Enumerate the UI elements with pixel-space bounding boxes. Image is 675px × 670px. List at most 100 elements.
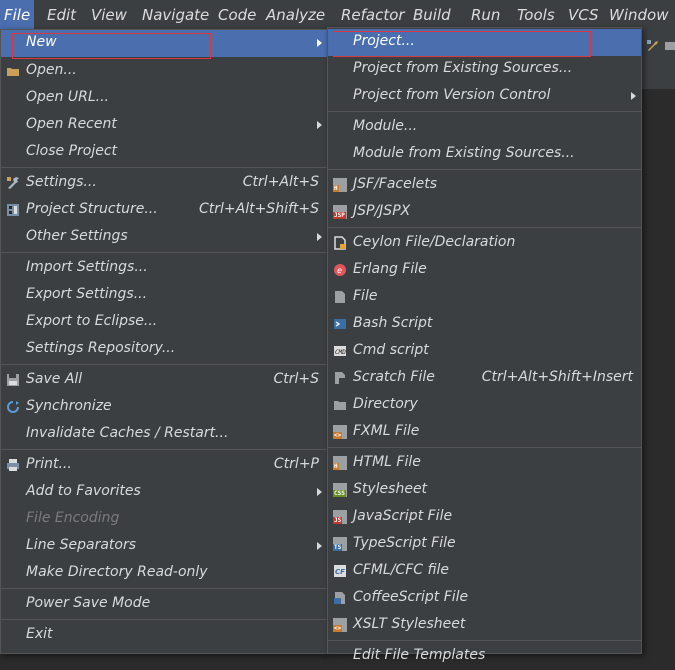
file-invalidate-caches[interactable]: Invalidate Caches / Restart... xyxy=(1,421,327,448)
new-module-label: Module... xyxy=(353,118,418,134)
new-ceylon[interactable]: Ceylon File/Declaration xyxy=(328,230,641,257)
new-coffeescript-label: CoffeeScript File xyxy=(353,589,469,605)
new-typescript-label: TypeScript File xyxy=(353,535,456,551)
menu-build[interactable]: Build xyxy=(413,6,451,24)
new-module-existing[interactable]: Module from Existing Sources... xyxy=(328,141,641,168)
new-typescript[interactable]: TS TypeScript File xyxy=(328,531,641,558)
html-file-icon: H xyxy=(333,456,347,470)
new-jsp-label: JSP/JSPX xyxy=(353,203,411,219)
new-jsf-label: JSF/Facelets xyxy=(353,176,438,192)
menu-divider xyxy=(1,364,327,365)
new-scratch-label: Scratch File xyxy=(353,369,435,385)
file-icon xyxy=(335,291,345,303)
bash-script-icon xyxy=(334,319,346,329)
menu-vcs[interactable]: VCS xyxy=(568,6,599,24)
menu-view[interactable]: View xyxy=(91,6,127,24)
file-export-settings-label: Export Settings... xyxy=(26,286,148,302)
new-project[interactable]: Project... xyxy=(328,29,641,56)
build-icon[interactable] xyxy=(646,39,660,53)
menu-edit[interactable]: Edit xyxy=(47,6,76,24)
project-structure-icon xyxy=(7,204,19,216)
file-open-label: Open... xyxy=(26,62,77,78)
file-encoding-label: File Encoding xyxy=(26,510,120,526)
sync-icon xyxy=(7,401,19,413)
file-export-settings[interactable]: Export Settings... xyxy=(1,282,327,309)
file-close-project[interactable]: Close Project xyxy=(1,139,327,166)
file-synchronize[interactable]: Synchronize xyxy=(1,394,327,421)
file-open[interactable]: Open... xyxy=(1,58,327,85)
svg-text:CMD: CMD xyxy=(335,349,346,356)
submenu-arrow-icon xyxy=(317,542,322,550)
file-open-recent[interactable]: Open Recent xyxy=(1,112,327,139)
file-open-url[interactable]: Open URL... xyxy=(1,85,327,112)
new-module-existing-label: Module from Existing Sources... xyxy=(353,145,575,161)
new-javascript[interactable]: JS JavaScript File xyxy=(328,504,641,531)
new-bash-label: Bash Script xyxy=(353,315,433,331)
new-directory[interactable]: Directory xyxy=(328,392,641,419)
xslt-file-icon: <> xyxy=(333,618,347,632)
coffeescript-file-icon xyxy=(334,592,345,604)
menu-refactor[interactable]: Refactor xyxy=(341,6,405,24)
new-bash[interactable]: Bash Script xyxy=(328,311,641,338)
file-import-settings[interactable]: Import Settings... xyxy=(1,255,327,282)
file-settings-repository[interactable]: Settings Repository... xyxy=(1,336,327,363)
new-html[interactable]: H HTML File xyxy=(328,450,641,477)
menu-divider xyxy=(328,169,641,170)
file-line-separators[interactable]: Line Separators xyxy=(1,533,327,560)
menu-navigate[interactable]: Navigate xyxy=(142,6,209,24)
file-save-all[interactable]: Save All Ctrl+S xyxy=(1,367,327,394)
file-add-favorites[interactable]: Add to Favorites xyxy=(1,479,327,506)
menu-window[interactable]: Window xyxy=(609,6,668,24)
shortcut-text: Ctrl+Alt+Shift+S xyxy=(198,201,319,217)
file-export-eclipse-label: Export to Eclipse... xyxy=(26,313,158,329)
new-project-vcs[interactable]: Project from Version Control xyxy=(328,83,641,110)
new-edit-templates[interactable]: Edit File Templates xyxy=(328,643,641,670)
new-jsp[interactable]: JSP JSP/JSPX xyxy=(328,199,641,226)
file-invalidate-caches-label: Invalidate Caches / Restart... xyxy=(26,425,229,441)
file-exit[interactable]: Exit xyxy=(1,622,327,649)
menu-file[interactable]: File xyxy=(0,0,35,29)
new-xslt[interactable]: <> XSLT Stylesheet xyxy=(328,612,641,639)
file-settings-repository-label: Settings Repository... xyxy=(26,340,176,356)
new-fxml[interactable]: <> FXML File xyxy=(328,419,641,446)
file-print[interactable]: Print... Ctrl+P xyxy=(1,452,327,479)
file-new[interactable]: New xyxy=(1,30,327,57)
menu-divider xyxy=(1,619,327,620)
erlang-file-icon: e xyxy=(334,264,346,276)
new-cmd-label: Cmd script xyxy=(353,342,429,358)
new-stylesheet[interactable]: CSS Stylesheet xyxy=(328,477,641,504)
file-project-structure[interactable]: Project Structure... Ctrl+Alt+Shift+S xyxy=(1,197,327,224)
menu-analyze[interactable]: Analyze xyxy=(266,6,325,24)
new-jsf[interactable]: H JSF/Facelets xyxy=(328,172,641,199)
file-export-eclipse[interactable]: Export to Eclipse... xyxy=(1,309,327,336)
file-other-settings[interactable]: Other Settings xyxy=(1,224,327,251)
new-file-label: File xyxy=(353,288,378,304)
menu-divider xyxy=(328,227,641,228)
new-cfml[interactable]: CF CFML/CFC file xyxy=(328,558,641,585)
new-cmd[interactable]: CMD Cmd script xyxy=(328,338,641,365)
cmd-script-icon: CMD xyxy=(334,346,346,356)
new-project-existing[interactable]: Project from Existing Sources... xyxy=(328,56,641,83)
menu-run[interactable]: Run xyxy=(471,6,500,24)
editor-area xyxy=(641,90,675,652)
file-make-readonly[interactable]: Make Directory Read-only xyxy=(1,560,327,587)
menu-code[interactable]: Code xyxy=(218,6,256,24)
javascript-file-icon: JS xyxy=(333,510,347,524)
file-power-save[interactable]: Power Save Mode xyxy=(1,591,327,618)
submenu-arrow-icon xyxy=(317,39,322,47)
new-scratch[interactable]: Scratch File Ctrl+Alt+Shift+Insert xyxy=(328,365,641,392)
jsf-file-icon: H xyxy=(333,178,347,192)
new-file[interactable]: File xyxy=(328,284,641,311)
tool-icon[interactable] xyxy=(663,39,675,53)
file-settings[interactable]: Settings... Ctrl+Alt+S xyxy=(1,170,327,197)
file-open-recent-label: Open Recent xyxy=(26,116,117,132)
new-project-label: Project... xyxy=(353,33,415,49)
svg-text:e: e xyxy=(337,266,342,275)
file-print-label: Print... xyxy=(26,456,72,472)
file-close-project-label: Close Project xyxy=(26,143,118,159)
new-coffeescript[interactable]: CoffeeScript File xyxy=(328,585,641,612)
menu-bar: File Edit View Navigate Code Analyze Ref… xyxy=(0,0,675,30)
new-module[interactable]: Module... xyxy=(328,114,641,141)
menu-tools[interactable]: Tools xyxy=(517,6,555,24)
new-erlang[interactable]: e Erlang File xyxy=(328,257,641,284)
